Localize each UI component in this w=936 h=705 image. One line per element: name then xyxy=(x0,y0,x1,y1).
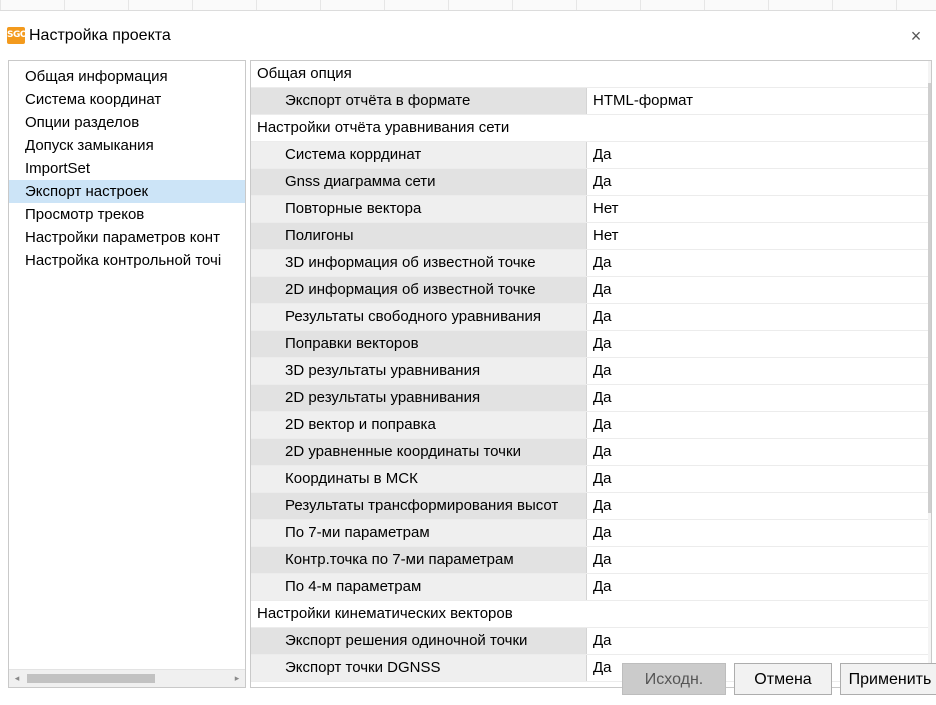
settings-nav-tree: Общая информация Система координат Опции р… xyxy=(8,60,246,688)
nav-list: Общая информация Система координат Опции р… xyxy=(9,61,245,272)
nav-item[interactable]: Общая информация xyxy=(9,65,245,88)
dialog-title: Настройка проекта xyxy=(29,27,171,44)
project-settings-dialog: SGO Настройка проекта × Общая информация… xyxy=(0,16,936,705)
property-row[interactable]: Координаты в МСК Да xyxy=(251,466,929,493)
nav-item[interactable]: Экспорт настроек xyxy=(9,180,245,203)
nav-item[interactable]: Настройки параметров конт xyxy=(9,226,245,249)
nav-item[interactable]: Просмотр треков xyxy=(9,203,245,226)
property-row[interactable]: Экспорт решения одиночной точки Да xyxy=(251,628,929,655)
property-name: 2D вектор и поправка xyxy=(251,412,587,438)
property-row[interactable]: Полигоны Нет xyxy=(251,223,929,250)
property-value[interactable]: Да xyxy=(587,331,929,357)
property-row[interactable]: Gnss диаграмма сети Да xyxy=(251,169,929,196)
nav-item[interactable]: Система координат xyxy=(9,88,245,111)
property-name: 3D результаты уравнивания xyxy=(251,358,587,384)
property-row[interactable]: 2D вектор и поправка Да xyxy=(251,412,929,439)
property-name: Gnss диаграмма сети xyxy=(251,169,587,195)
property-value[interactable]: Да xyxy=(587,574,929,600)
property-name: 2D уравненные координаты точки xyxy=(251,439,587,465)
property-value[interactable]: Нет xyxy=(587,223,929,249)
nav-item[interactable]: Настройка контрольной точі xyxy=(9,249,245,272)
property-name: Повторные вектора xyxy=(251,196,587,222)
scrollbar-thumb[interactable] xyxy=(27,674,155,683)
property-name: Результаты трансформирования высот xyxy=(251,493,587,519)
property-name: Координаты в МСК xyxy=(251,466,587,492)
property-name: Экспорт отчёта в формате xyxy=(251,88,587,114)
property-value[interactable]: HTML-формат xyxy=(587,88,929,114)
property-value[interactable]: Да xyxy=(587,466,929,492)
property-value[interactable]: Да xyxy=(587,385,929,411)
property-grid-rows: Общая опция Экспорт отчёта в формате HTML-… xyxy=(251,61,929,682)
property-row[interactable]: Экспорт отчёта в формате HTML-формат xyxy=(251,88,929,115)
property-value[interactable]: Да xyxy=(587,250,929,276)
property-name: Система коррдинат xyxy=(251,142,587,168)
nav-item[interactable]: Допуск замыкания xyxy=(9,134,245,157)
property-name: По 4-м параметрам xyxy=(251,574,587,600)
property-row[interactable]: Поправки векторов Да xyxy=(251,331,929,358)
property-row[interactable]: 3D результаты уравнивания Да xyxy=(251,358,929,385)
property-value[interactable]: Да xyxy=(587,628,929,654)
property-row[interactable]: Контр.точка по 7-ми параметрам Да xyxy=(251,547,929,574)
property-row[interactable]: 2D информация об известной точке Да xyxy=(251,277,929,304)
property-row[interactable]: 2D уравненные координаты точки Да xyxy=(251,439,929,466)
property-row[interactable]: 2D результаты уравнивания Да xyxy=(251,385,929,412)
title-bar: SGO Настройка проекта × xyxy=(0,16,936,56)
property-row[interactable]: Система коррдинат Да xyxy=(251,142,929,169)
property-value[interactable]: Да xyxy=(587,358,929,384)
property-value[interactable]: Да xyxy=(587,493,929,519)
property-row[interactable]: Результаты трансформирования высот Да xyxy=(251,493,929,520)
scroll-left-icon[interactable]: ◂ xyxy=(9,670,25,687)
property-value[interactable]: Да xyxy=(587,142,929,168)
section-header[interactable]: Настройки кинематических векторов xyxy=(251,601,929,628)
scroll-right-icon[interactable]: ▸ xyxy=(229,670,245,687)
property-row[interactable]: Результаты свободного уравнивания Да xyxy=(251,304,929,331)
property-value[interactable]: Да xyxy=(587,304,929,330)
section-header[interactable]: Общая опция xyxy=(251,61,929,88)
cancel-button[interactable]: Отмена xyxy=(734,663,832,695)
property-row[interactable]: По 7-ми параметрам Да xyxy=(251,520,929,547)
property-value[interactable]: Да xyxy=(587,439,929,465)
apply-button[interactable]: Применить xyxy=(840,663,936,695)
property-value[interactable]: Да xyxy=(587,412,929,438)
property-name: Экспорт решения одиночной точки xyxy=(251,628,587,654)
app-logo-icon: SGO xyxy=(7,27,28,44)
property-grid: Общая опция Экспорт отчёта в формате HTML-… xyxy=(250,60,932,688)
property-name: Результаты свободного уравнивания xyxy=(251,304,587,330)
property-value[interactable]: Да xyxy=(587,520,929,546)
property-name: Контр.точка по 7-ми параметрам xyxy=(251,547,587,573)
property-name: Экспорт точки DGNSS xyxy=(251,655,587,681)
background-app-strip xyxy=(0,0,936,11)
property-name: 2D результаты уравнивания xyxy=(251,385,587,411)
property-value[interactable]: Да xyxy=(587,277,929,303)
property-value[interactable]: Нет xyxy=(587,196,929,222)
property-value[interactable]: Да xyxy=(587,169,929,195)
property-name: 3D информация об известной точке xyxy=(251,250,587,276)
section-header[interactable]: Настройки отчёта уравнивания сети xyxy=(251,115,929,142)
property-row[interactable]: Повторные вектора Нет xyxy=(251,196,929,223)
property-name: Полигоны xyxy=(251,223,587,249)
close-icon[interactable]: × xyxy=(904,24,928,48)
nav-item[interactable]: ImportSet xyxy=(9,157,245,180)
default-button[interactable]: Исходн. xyxy=(622,663,726,695)
property-row[interactable]: 3D информация об известной точке Да xyxy=(251,250,929,277)
horizontal-scrollbar[interactable]: ◂ ▸ xyxy=(9,669,245,687)
nav-item[interactable]: Опции разделов xyxy=(9,111,245,134)
property-name: Поправки векторов xyxy=(251,331,587,357)
vertical-scrollbar[interactable] xyxy=(928,61,931,687)
property-name: По 7-ми параметрам xyxy=(251,520,587,546)
vertical-scrollbar-thumb[interactable] xyxy=(928,83,931,513)
property-row[interactable]: По 4-м параметрам Да xyxy=(251,574,929,601)
property-value[interactable]: Да xyxy=(587,547,929,573)
property-name: 2D информация об известной точке xyxy=(251,277,587,303)
